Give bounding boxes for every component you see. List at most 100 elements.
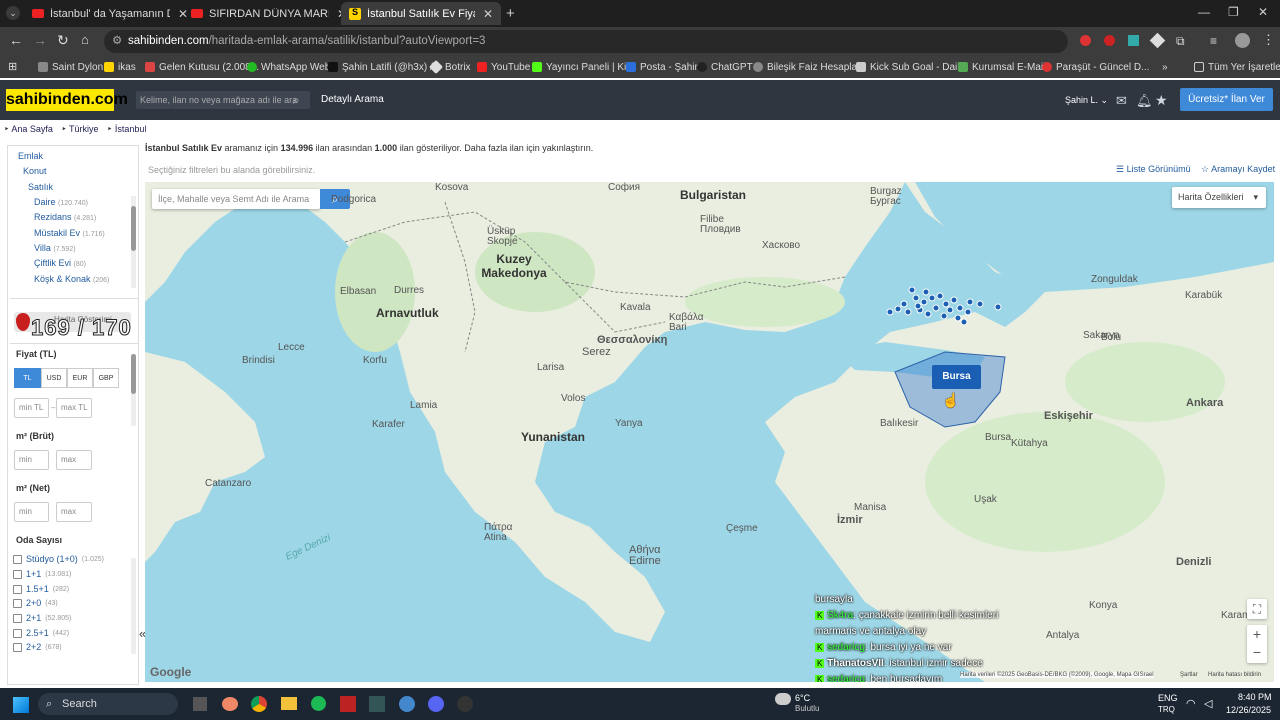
- home-icon[interactable]: ⌂: [81, 32, 89, 47]
- breadcrumb-item[interactable]: Türkiye: [69, 124, 99, 134]
- category-satilik[interactable]: Satılık: [28, 182, 53, 192]
- bookmarks-more[interactable]: »: [1162, 60, 1168, 74]
- tab-1[interactable]: İstanbul' da Yaşamanın DERTLE✕: [24, 2, 196, 25]
- bookmark-item[interactable]: Kick Sub Goal - Dail...: [856, 60, 968, 74]
- checkbox[interactable]: [13, 642, 22, 652]
- room-option[interactable]: 1.5+1 (282): [13, 584, 69, 594]
- m2-net-min-input[interactable]: min: [14, 502, 49, 522]
- room-option[interactable]: Stüdyo (1+0) (1.025): [13, 554, 104, 564]
- listing-markers[interactable]: [880, 282, 1020, 332]
- map-canvas[interactable]: İlçe, Mahalle veya Semt Adı ile Arama ⌕ …: [145, 182, 1274, 682]
- max-price-input[interactable]: max TL: [56, 398, 92, 418]
- spotify-icon[interactable]: [311, 696, 326, 711]
- bookmark-item[interactable]: Şahin Latifi (@h3x) /...: [328, 60, 441, 74]
- new-tab-button[interactable]: +: [506, 5, 515, 22]
- task-view-icon[interactable]: [193, 697, 207, 711]
- app-icon[interactable]: [457, 696, 473, 712]
- checkbox[interactable]: [13, 628, 22, 638]
- bookmark-item[interactable]: YouTube: [477, 60, 530, 74]
- copilot-icon[interactable]: [222, 697, 238, 711]
- room-option[interactable]: 2.5+1 (442): [13, 628, 69, 638]
- reading-list-icon[interactable]: ≡: [1210, 34, 1217, 48]
- terms-link[interactable]: Şartlar: [1180, 672, 1198, 678]
- type-item[interactable]: Çiftlik Evi (80): [34, 258, 86, 268]
- taskbar-search[interactable]: ⌕ Search: [38, 693, 178, 715]
- apps-grid-icon[interactable]: ⊞: [8, 60, 17, 73]
- checkbox[interactable]: [13, 569, 22, 579]
- extension-icon[interactable]: [1149, 32, 1166, 49]
- search-icon[interactable]: ⌕: [293, 93, 300, 108]
- wifi-icon[interactable]: ◠: [1186, 697, 1196, 710]
- advanced-search-link[interactable]: Detaylı Arama: [321, 94, 384, 105]
- app-icon[interactable]: [340, 696, 356, 712]
- favorites-star-icon[interactable]: ★: [1155, 92, 1168, 109]
- site-logo[interactable]: sahibinden.com: [6, 89, 128, 111]
- category-konut[interactable]: Konut: [23, 166, 47, 176]
- m2-net-max-input[interactable]: max: [56, 502, 92, 522]
- url-bar[interactable]: ⚙ sahibinden.com/haritada-emlak-arama/sa…: [104, 30, 1068, 53]
- m2-brut-min-input[interactable]: min: [14, 450, 49, 470]
- close-window-icon[interactable]: ✕: [1258, 5, 1268, 19]
- bookmark-item[interactable]: Saint Dylon: [38, 60, 103, 74]
- bookmark-item[interactable]: Gelen Kutusu (2.008...: [145, 60, 259, 74]
- type-item[interactable]: Müstakil Ev (1.716): [34, 228, 105, 238]
- keyboard-layout[interactable]: TRQ: [1158, 705, 1175, 714]
- back-icon[interactable]: ←: [9, 32, 23, 48]
- checkbox[interactable]: [13, 584, 22, 594]
- bookmark-item[interactable]: Posta - Şahin: [626, 60, 700, 74]
- type-item[interactable]: Rezidans (4.281): [34, 212, 96, 222]
- type-item[interactable]: Villa (7.592): [34, 243, 76, 253]
- message-icon[interactable]: ✉: [1116, 93, 1127, 109]
- report-link[interactable]: Harita hatası bildirin: [1208, 672, 1261, 678]
- volume-icon[interactable]: ◁: [1204, 697, 1212, 710]
- post-ad-button[interactable]: Ücretsiz* İlan Ver: [1180, 88, 1273, 111]
- bookmark-item[interactable]: ChatGPT: [697, 60, 753, 74]
- bookmark-item[interactable]: ikas: [104, 60, 136, 74]
- profile-avatar[interactable]: [1235, 33, 1250, 48]
- region-bubble-bursa[interactable]: Bursa: [932, 365, 981, 389]
- clock-date[interactable]: 12/26/2025: [1226, 705, 1271, 715]
- extension-icon[interactable]: [1128, 35, 1139, 46]
- zoom-in-button[interactable]: +: [1247, 625, 1267, 644]
- type-item[interactable]: Daire (120.740): [34, 197, 88, 207]
- menu-icon[interactable]: ⋮: [1262, 32, 1275, 48]
- map-search-input[interactable]: İlçe, Mahalle veya Semt Adı ile Arama: [152, 189, 320, 209]
- bookmark-item[interactable]: Yayıncı Paneli | Kick: [532, 60, 636, 74]
- maximize-icon[interactable]: ❐: [1228, 5, 1239, 19]
- currency-gbp[interactable]: GBP: [93, 368, 119, 388]
- type-item[interactable]: Köşk & Konak (206): [34, 274, 109, 284]
- forward-icon[interactable]: →: [33, 32, 47, 48]
- bookmark-item[interactable]: Botrix: [428, 59, 471, 75]
- scrollbar[interactable]: [131, 558, 136, 654]
- all-bookmarks[interactable]: Tüm Yer İşaretleri: [1194, 60, 1280, 74]
- site-search-input[interactable]: Kelime, ilan no veya mağaza adı ile ara: [136, 91, 310, 109]
- zoom-out-button[interactable]: −: [1247, 644, 1267, 663]
- minimize-icon[interactable]: —: [1198, 5, 1210, 19]
- chrome-icon[interactable]: [251, 696, 267, 712]
- extensions-puzzle-icon[interactable]: ⧉: [1176, 34, 1185, 49]
- checkbox[interactable]: [13, 554, 22, 564]
- currency-tl[interactable]: TL: [14, 368, 41, 388]
- map-features-dropdown[interactable]: Harita Özellikleri ▾: [1172, 187, 1266, 208]
- room-option[interactable]: 1+1 (13.081): [13, 569, 71, 579]
- scrollbar[interactable]: [131, 354, 136, 426]
- app-icon[interactable]: [399, 696, 415, 712]
- language-indicator[interactable]: ENG: [1158, 693, 1178, 703]
- windows-start-icon[interactable]: [13, 697, 29, 713]
- save-search-link[interactable]: ☆ Aramayı Kaydet: [1201, 164, 1275, 175]
- breadcrumb-item[interactable]: Ana Sayfa: [11, 124, 53, 134]
- app-icon[interactable]: [369, 696, 385, 712]
- room-option[interactable]: 2+1 (52.805): [13, 613, 71, 623]
- checkbox[interactable]: [13, 598, 22, 608]
- breadcrumb-item[interactable]: İstanbul: [115, 124, 147, 134]
- tab-search-icon[interactable]: ⌄: [6, 6, 20, 20]
- room-option[interactable]: 2+0 (43): [13, 598, 58, 608]
- tab-2[interactable]: SIFIRDAN DÜNYA MARKASI KU✕: [183, 2, 355, 25]
- list-view-link[interactable]: ☰ Liste Görünümü: [1116, 164, 1191, 175]
- extension-icon[interactable]: [1080, 35, 1091, 46]
- m2-brut-max-input[interactable]: max: [56, 450, 92, 470]
- file-explorer-icon[interactable]: [281, 697, 297, 710]
- checkbox[interactable]: [13, 613, 22, 623]
- bookmark-item[interactable]: WhatsApp Web: [247, 60, 330, 74]
- clock-time[interactable]: 8:40 PM: [1238, 692, 1272, 702]
